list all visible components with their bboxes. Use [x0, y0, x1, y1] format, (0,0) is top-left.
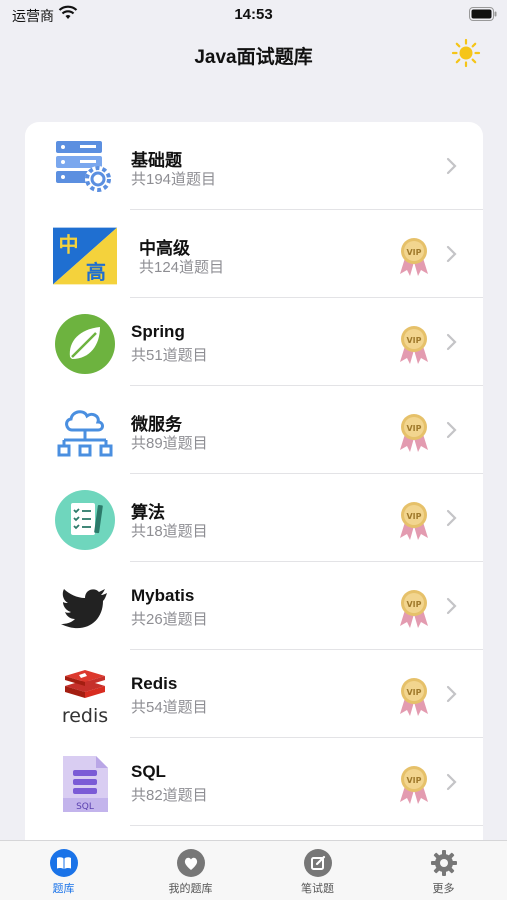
category-name: Mybatis — [131, 586, 195, 605]
vip-badge-icon: VIP — [400, 678, 428, 716]
category-list: 基础题 共194道题目 中 高 中高级 共124道题目 VIP Spring 共… — [25, 122, 483, 862]
category-name: SQL — [131, 762, 166, 781]
svg-text:VIP: VIP — [406, 512, 421, 521]
vip-badge-icon: VIP — [400, 766, 428, 804]
vip-badge-icon: VIP — [400, 590, 428, 628]
chevron-right-icon — [446, 157, 457, 175]
category-row-microservices[interactable]: 微服务 共89道题目 VIP — [25, 386, 483, 474]
category-row-advanced[interactable]: 中 高 中高级 共124道题目 VIP — [25, 210, 483, 298]
chevron-right-icon — [446, 685, 457, 703]
spring-leaf-icon — [53, 312, 117, 376]
chevron-right-icon — [446, 509, 457, 527]
status-time: 14:53 — [234, 6, 273, 23]
battery-icon — [469, 7, 497, 21]
bird-icon — [53, 576, 117, 640]
cloud-network-icon — [53, 400, 117, 464]
tab-label: 笔试题 — [301, 883, 334, 895]
svg-text:redis: redis — [62, 705, 108, 726]
book-icon — [49, 849, 78, 877]
chevron-right-icon — [446, 597, 457, 615]
category-count: 共26道题目 — [131, 611, 208, 628]
tab-label: 更多 — [432, 883, 455, 895]
status-bar: 运营商 14:53 — [0, 0, 507, 30]
svg-text:SQL: SQL — [76, 802, 94, 812]
vip-badge-icon: VIP — [400, 326, 428, 364]
svg-text:VIP: VIP — [406, 424, 421, 433]
category-row-algorithms[interactable]: 算法 共18道题目 VIP — [25, 474, 483, 562]
category-count: 共82道题目 — [131, 787, 208, 804]
chevron-right-icon — [446, 333, 457, 351]
chevron-right-icon — [446, 245, 457, 263]
sun-icon[interactable] — [451, 38, 481, 68]
tab-label: 题库 — [52, 883, 75, 895]
vip-badge-icon: VIP — [400, 238, 428, 276]
redis-logo-icon: redis — [53, 664, 117, 728]
svg-text:VIP: VIP — [406, 688, 421, 697]
category-row-sql[interactable]: SQL SQL 共82道题目 VIP — [25, 738, 483, 826]
category-name: Spring — [131, 322, 185, 341]
navigation-bar: Java面试题库 — [0, 30, 507, 78]
vip-badge-icon: VIP — [400, 414, 428, 452]
svg-text:VIP: VIP — [406, 776, 421, 785]
tab-label: 我的题库 — [168, 883, 213, 895]
chevron-right-icon — [446, 421, 457, 439]
svg-text:VIP: VIP — [406, 248, 421, 257]
svg-text:VIP: VIP — [406, 600, 421, 609]
svg-text:中: 中 — [58, 232, 78, 256]
category-row-redis[interactable]: redis Redis 共54道题目 VIP — [25, 650, 483, 738]
category-row-mybatis[interactable]: Mybatis 共26道题目 VIP — [25, 562, 483, 650]
gear-icon — [430, 850, 457, 876]
svg-text:高: 高 — [86, 260, 106, 284]
zhonggao-badge-icon: 中 高 — [53, 224, 117, 288]
tab-more[interactable]: 更多 — [380, 847, 507, 899]
checklist-icon — [53, 488, 117, 552]
category-count: 共124道题目 — [139, 259, 225, 276]
category-count: 共194道题目 — [131, 171, 217, 188]
tab-my-bank[interactable]: 我的题库 — [127, 847, 254, 899]
sql-file-icon: SQL — [53, 752, 117, 816]
vip-badge-icon: VIP — [400, 502, 428, 540]
category-count: 共54道题目 — [131, 699, 208, 716]
edit-icon — [303, 849, 332, 877]
page-title: Java面试题库 — [194, 47, 313, 68]
heart-icon — [176, 849, 205, 877]
category-name: Redis — [131, 674, 178, 693]
svg-text:VIP: VIP — [406, 336, 421, 345]
category-count: 共89道题目 — [131, 435, 208, 452]
tab-bar: 题库 我的题库 笔试题 更多 — [0, 840, 507, 900]
tab-written-test[interactable]: 笔试题 — [254, 847, 381, 899]
row-divider — [130, 825, 483, 826]
server-gear-icon — [53, 136, 117, 200]
category-count: 共18道题目 — [131, 523, 208, 540]
category-count: 共51道题目 — [131, 347, 208, 364]
chevron-right-icon — [446, 773, 457, 791]
category-row-spring[interactable]: Spring 共51道题目 VIP — [25, 298, 483, 386]
category-row-basics[interactable]: 基础题 共194道题目 — [25, 122, 483, 210]
tab-question-bank[interactable]: 题库 — [0, 847, 127, 899]
